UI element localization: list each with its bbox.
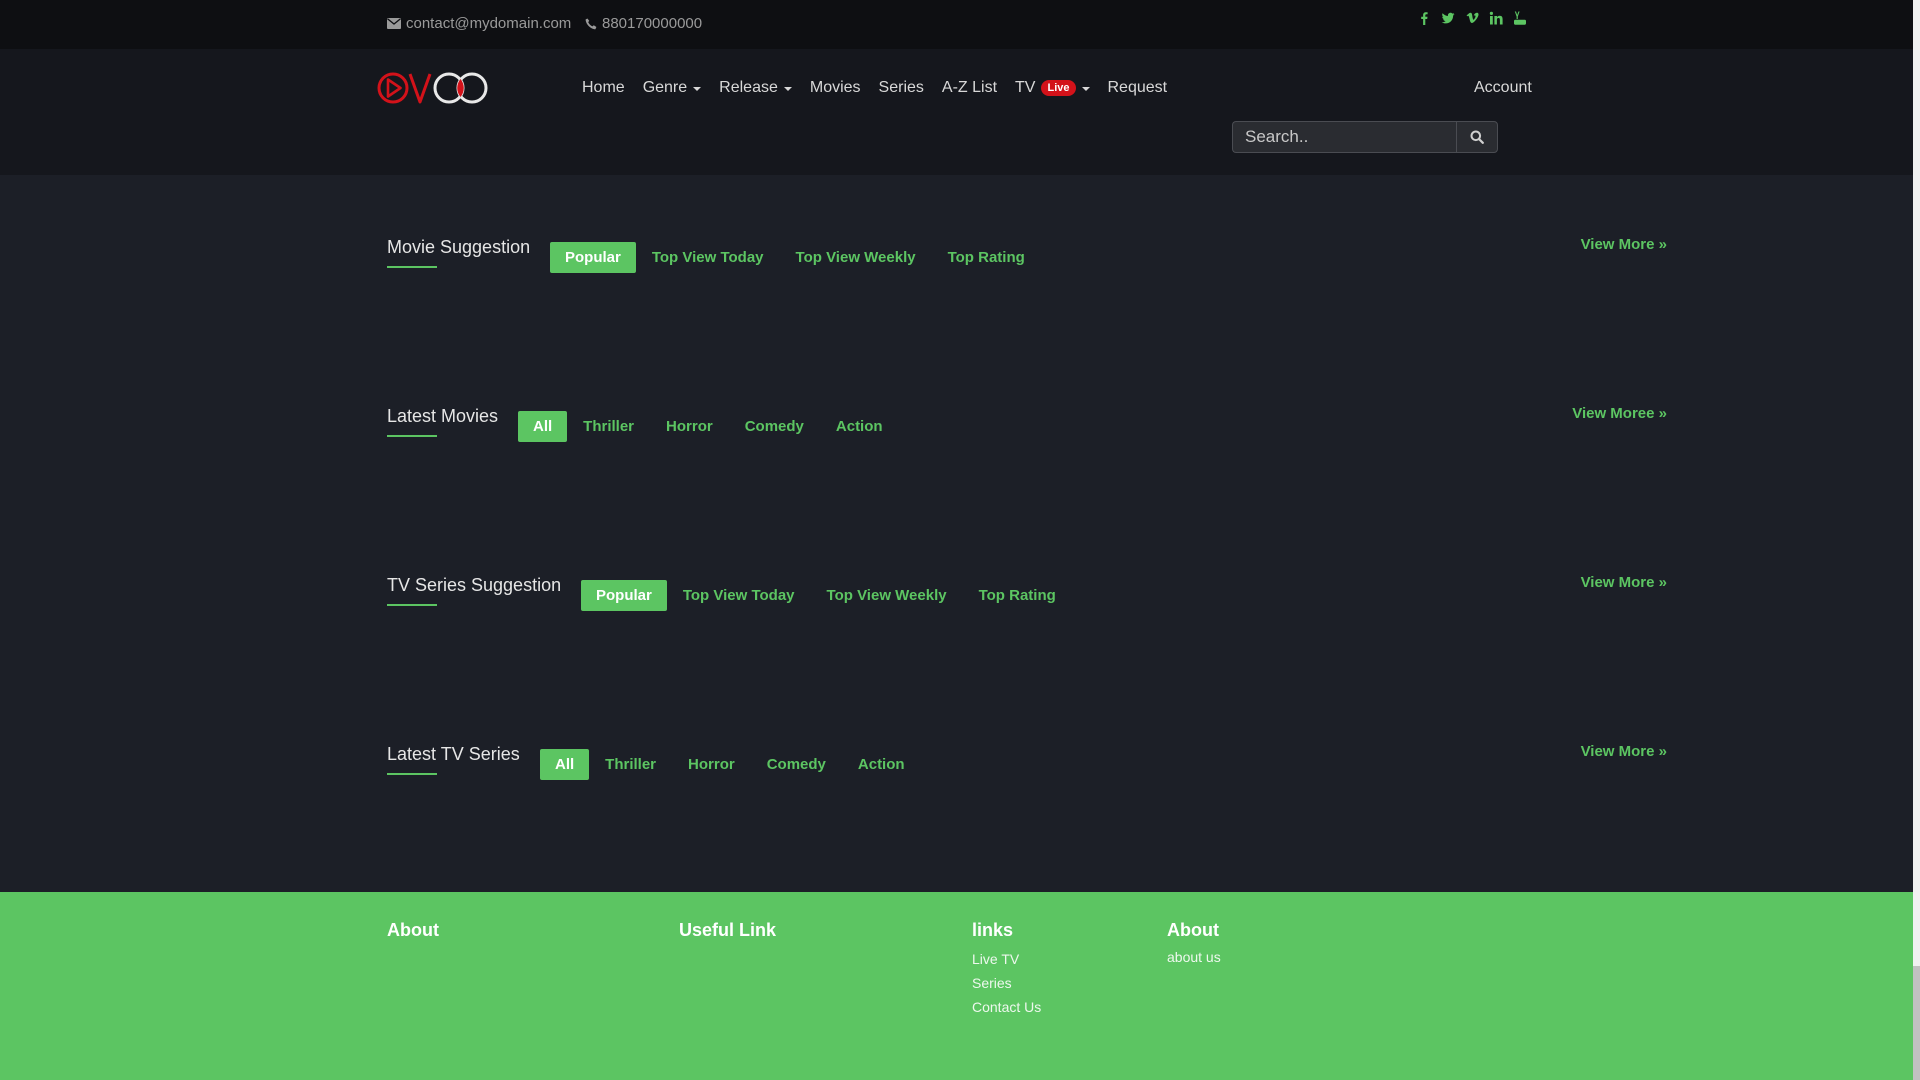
contact-email[interactable]: contact@mydomain.com — [387, 15, 571, 32]
site-logo[interactable] — [376, 67, 498, 109]
filter-tabs: All Thriller Horror Comedy Action — [540, 749, 921, 780]
caret-down-icon — [1081, 87, 1090, 91]
section-title: Latest Movies — [387, 406, 499, 426]
view-more-link[interactable]: View Moree » — [1572, 405, 1667, 422]
filter-top-rating[interactable]: Top Rating — [963, 580, 1072, 611]
twitter-icon[interactable] — [1441, 10, 1455, 26]
latest-movies-section: Latest Movies All Thriller Horror Comedy… — [387, 405, 1667, 466]
view-more-link[interactable]: View More » — [1581, 743, 1667, 760]
account-link[interactable]: Account — [1474, 79, 1532, 97]
nav-tv[interactable]: TV Live — [1006, 79, 1098, 97]
live-badge: Live — [1041, 80, 1076, 96]
search-button[interactable] — [1456, 121, 1498, 153]
movie-suggestion-section: Movie Suggestion Popular Top View Today … — [387, 236, 1667, 297]
filter-top-view-weekly[interactable]: Top View Weekly — [780, 242, 932, 273]
footer-heading: About — [387, 920, 439, 940]
filter-tabs: Popular Top View Today Top View Weekly T… — [550, 242, 1041, 273]
social-links — [1417, 10, 1527, 26]
contact-email-text: contact@mydomain.com — [406, 15, 572, 32]
view-more-link[interactable]: View More » — [1581, 236, 1667, 253]
nav-genre[interactable]: Genre — [634, 79, 710, 97]
filter-popular[interactable]: Popular — [581, 580, 667, 611]
search-form — [1232, 121, 1498, 153]
latest-tv-series-section: Latest TV Series All Thriller Horror Com… — [387, 743, 1667, 804]
nav-movies[interactable]: Movies — [801, 79, 870, 97]
envelope-icon — [387, 18, 401, 29]
section-title: Latest TV Series — [387, 744, 520, 764]
title-underline — [387, 773, 437, 775]
nav-series[interactable]: Series — [870, 79, 933, 97]
contact-phone-text: 880170000000 — [602, 15, 703, 32]
footer-link-about-us[interactable]: about us — [1167, 949, 1221, 965]
search-icon — [1470, 130, 1484, 144]
caret-down-icon — [783, 87, 792, 91]
top-bar: contact@mydomain.com 880170000000 — [0, 0, 1913, 49]
section-title: TV Series Suggestion — [387, 575, 562, 595]
filter-all[interactable]: All — [540, 749, 590, 780]
title-underline — [387, 266, 437, 268]
page: contact@mydomain.com 880170000000 Home G… — [0, 0, 1913, 1080]
nav-genre-label: Genre — [642, 79, 688, 96]
site-footer: About Useful Link links Live TV Series C… — [0, 892, 1913, 1080]
nav-az-list[interactable]: A-Z List — [933, 79, 1006, 97]
section-title: Movie Suggestion — [387, 237, 531, 257]
filter-top-view-today[interactable]: Top View Today — [636, 242, 780, 273]
footer-links-column: links Live TV Series Contact Us — [972, 920, 1041, 1015]
main-header: Home Genre Release Movies Series A-Z Lis… — [0, 49, 1913, 175]
footer-link-contact-us[interactable]: Contact Us — [972, 999, 1041, 1015]
footer-heading: links — [972, 920, 1014, 940]
filter-comedy[interactable]: Comedy — [729, 411, 820, 442]
footer-useful-link-column: Useful Link — [679, 920, 776, 941]
footer-link-series[interactable]: Series — [972, 975, 1041, 991]
scrollbar-thumb[interactable] — [1913, 966, 1920, 1080]
phone-icon — [585, 18, 597, 29]
filter-action[interactable]: Action — [842, 749, 921, 780]
footer-link-live-tv[interactable]: Live TV — [972, 951, 1041, 967]
filter-thriller[interactable]: Thriller — [589, 749, 672, 780]
caret-down-icon — [693, 87, 702, 91]
nav-release[interactable]: Release — [710, 79, 801, 97]
nav-release-label: Release — [719, 79, 778, 96]
filter-action[interactable]: Action — [820, 411, 899, 442]
title-underline — [387, 604, 437, 606]
filter-popular[interactable]: Popular — [550, 242, 636, 273]
filter-thriller[interactable]: Thriller — [567, 411, 650, 442]
footer-about-us-column: About about us — [1167, 920, 1221, 965]
nav-tv-label: TV — [1015, 79, 1036, 96]
filter-top-view-weekly[interactable]: Top View Weekly — [811, 580, 963, 611]
linkedin-icon[interactable] — [1489, 10, 1503, 26]
filter-tabs: All Thriller Horror Comedy Action — [518, 411, 899, 442]
facebook-icon[interactable] — [1417, 10, 1431, 26]
youtube-icon[interactable] — [1513, 10, 1527, 26]
filter-top-rating[interactable]: Top Rating — [932, 242, 1041, 273]
filter-tabs: Popular Top View Today Top View Weekly T… — [581, 580, 1072, 611]
filter-horror[interactable]: Horror — [650, 411, 729, 442]
page-scrollbar[interactable] — [1913, 0, 1920, 1080]
footer-heading: About — [1167, 920, 1219, 940]
main-nav: Home Genre Release Movies Series A-Z Lis… — [573, 79, 1176, 97]
filter-horror[interactable]: Horror — [672, 749, 751, 780]
filter-comedy[interactable]: Comedy — [751, 749, 842, 780]
vimeo-icon[interactable] — [1465, 10, 1479, 26]
view-more-link[interactable]: View More » — [1581, 574, 1667, 591]
filter-top-view-today[interactable]: Top View Today — [667, 580, 811, 611]
tv-series-suggestion-section: TV Series Suggestion Popular Top View To… — [387, 574, 1667, 635]
contact-phone[interactable]: 880170000000 — [585, 15, 702, 32]
nav-home[interactable]: Home — [573, 79, 634, 97]
filter-all[interactable]: All — [518, 411, 568, 442]
title-underline — [387, 435, 437, 437]
footer-about-column: About — [387, 920, 439, 941]
search-input[interactable] — [1232, 121, 1456, 153]
footer-heading: Useful Link — [679, 920, 777, 940]
nav-request[interactable]: Request — [1099, 79, 1177, 97]
